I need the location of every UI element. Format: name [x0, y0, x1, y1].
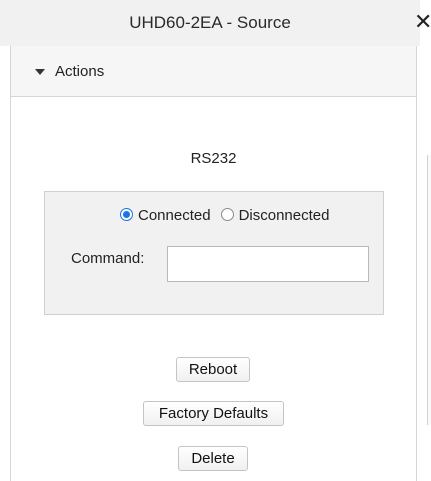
connection-radio-group: Connected Disconnected	[120, 206, 339, 226]
dialog-title: UHD60-2EA - Source	[129, 13, 291, 32]
dialog-titlebar: UHD60-2EA - Source	[0, 0, 420, 46]
actions-accordion-header[interactable]: Actions	[11, 46, 416, 97]
close-icon[interactable]: ✕	[414, 10, 431, 34]
reboot-button[interactable]: Reboot	[176, 357, 250, 382]
command-label: Command:	[71, 250, 145, 267]
factory-defaults-button[interactable]: Factory Defaults	[143, 401, 284, 426]
source-dialog: UHD60-2EA - Source ✕ Actions RS232 Conne…	[0, 0, 431, 481]
connected-radio-label[interactable]: Connected	[138, 207, 211, 224]
background-panel-edge	[427, 155, 431, 425]
disconnected-radio-label[interactable]: Disconnected	[239, 207, 330, 224]
delete-button[interactable]: Delete	[178, 446, 248, 471]
rs232-box: Connected Disconnected Command:	[44, 191, 384, 315]
caret-down-icon	[35, 69, 45, 75]
connected-radio[interactable]	[120, 207, 133, 221]
disconnected-radio[interactable]	[220, 207, 234, 221]
actions-accordion-label: Actions	[55, 63, 105, 80]
dialog-panel: Actions RS232 Connected Disconnected Comm…	[10, 46, 417, 481]
rs232-title: RS232	[190, 150, 237, 167]
command-input[interactable]	[167, 246, 369, 282]
